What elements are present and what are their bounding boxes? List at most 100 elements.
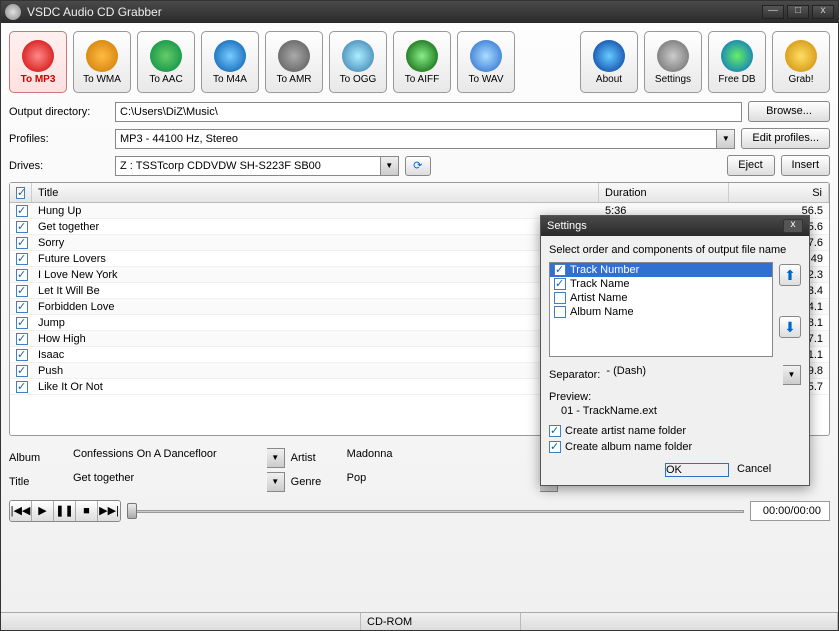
grab-button[interactable]: Grab! [772, 31, 830, 93]
track-checkbox[interactable] [10, 316, 32, 328]
component-checkbox[interactable] [554, 306, 566, 318]
genre-value: Pop [347, 472, 541, 492]
refresh-icon[interactable]: ⟳ [405, 156, 431, 176]
artist-value: Madonna [347, 448, 541, 468]
format-icon [86, 40, 118, 72]
component-checkbox[interactable] [554, 264, 566, 276]
format-button-to-wma[interactable]: To WMA [73, 31, 131, 93]
time-display: 00:00/00:00 [750, 501, 830, 521]
edit-profiles-button[interactable]: Edit profiles... [741, 128, 830, 149]
chevron-down-icon[interactable]: ▼ [717, 129, 735, 149]
component-item[interactable]: Track Number [550, 263, 772, 277]
track-checkbox[interactable] [10, 284, 32, 296]
track-checkbox[interactable] [10, 332, 32, 344]
output-dir-field[interactable]: C:\Users\DiZ\Music\ [115, 102, 742, 122]
chevron-down-icon[interactable]: ▼ [381, 156, 399, 176]
track-checkbox[interactable] [10, 380, 32, 392]
track-checkbox[interactable] [10, 268, 32, 280]
track-title: Sorry [32, 237, 599, 249]
eject-button[interactable]: Eject [727, 155, 775, 176]
output-dir-label: Output directory: [9, 106, 109, 118]
ok-button[interactable]: OK [665, 463, 729, 477]
artist-folder-check[interactable]: Create artist name folder [549, 425, 801, 437]
dialog-close-icon[interactable]: x [783, 219, 803, 233]
track-checkbox[interactable] [10, 252, 32, 264]
format-button-to-m4a[interactable]: To M4A [201, 31, 259, 93]
genre-label: Genre [291, 476, 341, 488]
separator-value: - (Dash) [606, 365, 783, 385]
chevron-down-icon[interactable]: ▼ [267, 448, 285, 468]
component-label: Track Number [570, 264, 639, 276]
track-title: Like It Or Not [32, 381, 599, 393]
move-up-button[interactable]: ⬆ [779, 264, 801, 286]
format-icon [214, 40, 246, 72]
move-down-button[interactable]: ⬇ [779, 316, 801, 338]
slider-thumb[interactable] [127, 503, 137, 519]
track-checkbox[interactable] [10, 300, 32, 312]
drives-combo[interactable]: Z : TSSTcorp CDDVDW SH-S223F SB00 ▼ [115, 156, 399, 176]
column-size[interactable]: Si [729, 183, 829, 202]
title-value: Get together [73, 472, 267, 492]
next-button[interactable]: ▶▶| [98, 501, 120, 521]
track-checkbox[interactable] [10, 204, 32, 216]
cancel-button[interactable]: Cancel [737, 463, 801, 477]
seek-slider[interactable] [127, 501, 744, 521]
component-label: Album Name [570, 306, 634, 318]
format-button-to-aac[interactable]: To AAC [137, 31, 195, 93]
play-button[interactable]: ▶ [32, 501, 54, 521]
component-checkbox[interactable] [554, 292, 566, 304]
chevron-down-icon[interactable]: ▼ [267, 472, 285, 492]
track-checkbox[interactable] [10, 236, 32, 248]
track-checkbox[interactable] [10, 364, 32, 376]
format-button-to-amr[interactable]: To AMR [265, 31, 323, 93]
component-item[interactable]: Track Name [550, 277, 772, 291]
track-title: Get together [32, 221, 599, 233]
track-title: Isaac [32, 349, 599, 361]
format-icon [22, 40, 54, 72]
titlebar[interactable]: VSDC Audio CD Grabber — □ x [1, 1, 838, 23]
components-list[interactable]: Track NumberTrack NameArtist NameAlbum N… [549, 262, 773, 357]
separator-combo[interactable]: - (Dash) ▼ [606, 365, 801, 385]
artist-combo[interactable]: Madonna▼ [347, 448, 559, 468]
component-item[interactable]: Artist Name [550, 291, 772, 305]
format-button-to-mp3[interactable]: To MP3 [9, 31, 67, 93]
album-folder-check[interactable]: Create album name folder [549, 441, 801, 453]
separator-label: Separator: [549, 369, 600, 381]
insert-button[interactable]: Insert [781, 155, 831, 176]
format-button-to-aiff[interactable]: To AIFF [393, 31, 451, 93]
stop-button[interactable]: ■ [76, 501, 98, 521]
dialog-titlebar[interactable]: Settings x [541, 216, 809, 236]
column-title[interactable]: Title [32, 183, 599, 202]
chevron-down-icon[interactable]: ▼ [783, 365, 801, 385]
genre-combo[interactable]: Pop▼ [347, 472, 559, 492]
track-checkbox[interactable] [10, 348, 32, 360]
component-checkbox[interactable] [554, 278, 566, 290]
maximize-button[interactable]: □ [787, 5, 809, 19]
pause-button[interactable]: ❚❚ [54, 501, 76, 521]
format-button-to-wav[interactable]: To WAV [457, 31, 515, 93]
title-label: Title [9, 476, 67, 488]
about-button[interactable]: About [580, 31, 638, 93]
browse-button[interactable]: Browse... [748, 101, 830, 122]
preview-label: Preview: [549, 391, 801, 403]
title-combo[interactable]: Get together▼ [73, 472, 285, 492]
header-checkbox[interactable] [10, 183, 32, 202]
format-button-to-ogg[interactable]: To OGG [329, 31, 387, 93]
close-button[interactable]: x [812, 5, 834, 19]
freedb-button[interactable]: Free DB [708, 31, 766, 93]
track-list-header: Title Duration Si [10, 183, 829, 203]
drives-value: Z : TSSTcorp CDDVDW SH-S223F SB00 [115, 156, 381, 176]
track-checkbox[interactable] [10, 220, 32, 232]
album-combo[interactable]: Confessions On A Dancefloor▼ [73, 448, 285, 468]
minimize-button[interactable]: — [762, 5, 784, 19]
format-icon [470, 40, 502, 72]
settings-button[interactable]: Settings [644, 31, 702, 93]
column-duration[interactable]: Duration [599, 183, 729, 202]
component-item[interactable]: Album Name [550, 305, 772, 319]
grab!-icon [785, 40, 817, 72]
track-title: Forbidden Love [32, 301, 599, 313]
profiles-combo[interactable]: MP3 - 44100 Hz, Stereo ▼ [115, 129, 735, 149]
prev-button[interactable]: |◀◀ [10, 501, 32, 521]
track-title: Push [32, 365, 599, 377]
preview-value: 01 - TrackName.ext [549, 403, 801, 421]
